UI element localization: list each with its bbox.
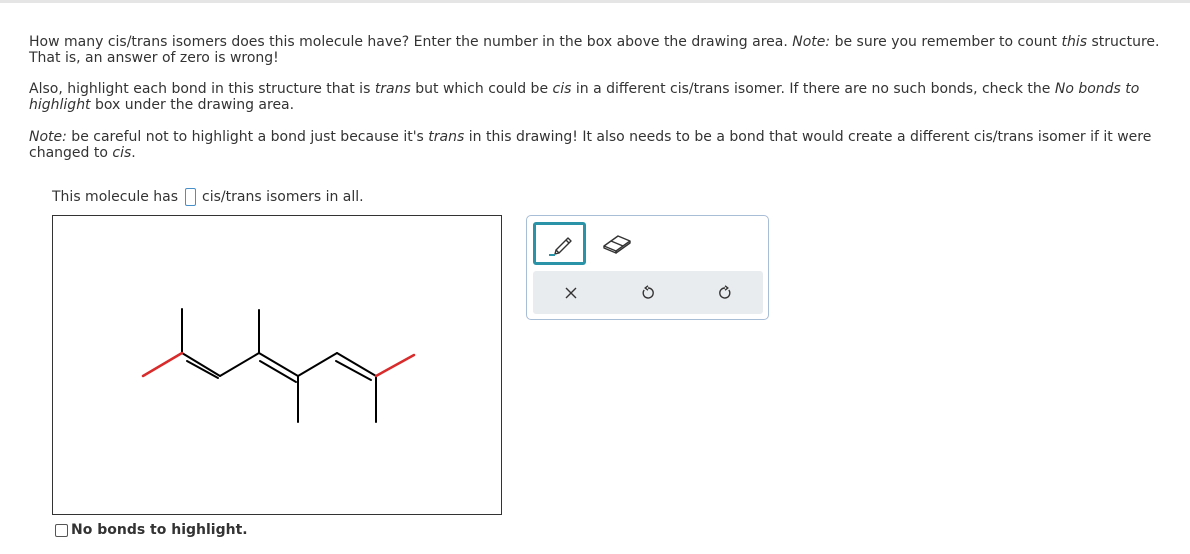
molecule-structure bbox=[141, 308, 416, 423]
emphasis-text: trans bbox=[374, 81, 411, 97]
no-bonds-label: No bonds to highlight. bbox=[71, 522, 248, 538]
highlight-pencil-button[interactable] bbox=[533, 222, 586, 265]
c3-c4-bond[interactable] bbox=[219, 352, 260, 377]
question-text: be careful not to highlight a bond just … bbox=[66, 129, 429, 145]
answer-suffix: cis/trans isomers in all. bbox=[202, 189, 364, 205]
eraser-icon bbox=[603, 235, 631, 254]
note-label: Note: bbox=[792, 34, 831, 50]
emphasis-text: trans bbox=[428, 129, 465, 145]
action-toolbar bbox=[533, 271, 763, 314]
question-paragraph-3: Note: be careful not to highlight a bond… bbox=[29, 129, 1174, 161]
undo-icon bbox=[642, 285, 654, 299]
pencil-icon bbox=[548, 236, 572, 256]
question-text: Also, highlight each bond in this struct… bbox=[29, 81, 375, 97]
question-text: box under the drawing area. bbox=[90, 97, 295, 113]
c2-c3-double-bond-inner[interactable] bbox=[186, 360, 219, 379]
clear-button[interactable] bbox=[556, 278, 586, 308]
question-text: but which could be bbox=[410, 81, 553, 97]
answer-line: This molecule has cis/trans isomers in a… bbox=[52, 188, 364, 206]
top-divider bbox=[0, 0, 1190, 3]
highlighted-bond-right[interactable] bbox=[374, 353, 416, 378]
question-paragraph-1: How many cis/trans isomers does this mol… bbox=[29, 34, 1174, 66]
question-text: in a different cis/trans isomer. If ther… bbox=[571, 81, 1055, 97]
c2-c3-double-bond[interactable] bbox=[181, 352, 221, 377]
no-bonds-option[interactable]: No bonds to highlight. bbox=[55, 522, 248, 538]
question-text: How many cis/trans isomers does this mol… bbox=[29, 34, 793, 50]
isomer-count-input[interactable] bbox=[185, 188, 197, 206]
redo-icon bbox=[719, 285, 731, 299]
drawing-area[interactable] bbox=[52, 215, 502, 515]
question-paragraph-2: Also, highlight each bond in this struct… bbox=[29, 81, 1174, 113]
eraser-button[interactable] bbox=[597, 227, 637, 259]
emphasis-text: cis bbox=[112, 145, 132, 161]
emphasis-text: this bbox=[1061, 34, 1088, 50]
answer-prefix: This molecule has bbox=[52, 189, 179, 205]
x-icon bbox=[565, 287, 577, 299]
highlighted-bond-left[interactable] bbox=[141, 351, 184, 378]
note-label: Note: bbox=[29, 129, 67, 145]
question-text: . bbox=[131, 145, 136, 161]
c5-c6-bond[interactable] bbox=[297, 352, 338, 377]
undo-button[interactable] bbox=[633, 278, 663, 308]
redo-button[interactable] bbox=[710, 278, 740, 308]
no-bonds-checkbox[interactable] bbox=[55, 523, 68, 537]
emphasis-text: cis bbox=[552, 81, 572, 97]
drawing-toolbox bbox=[526, 215, 769, 320]
question-text: be sure you remember to count bbox=[830, 34, 1062, 50]
